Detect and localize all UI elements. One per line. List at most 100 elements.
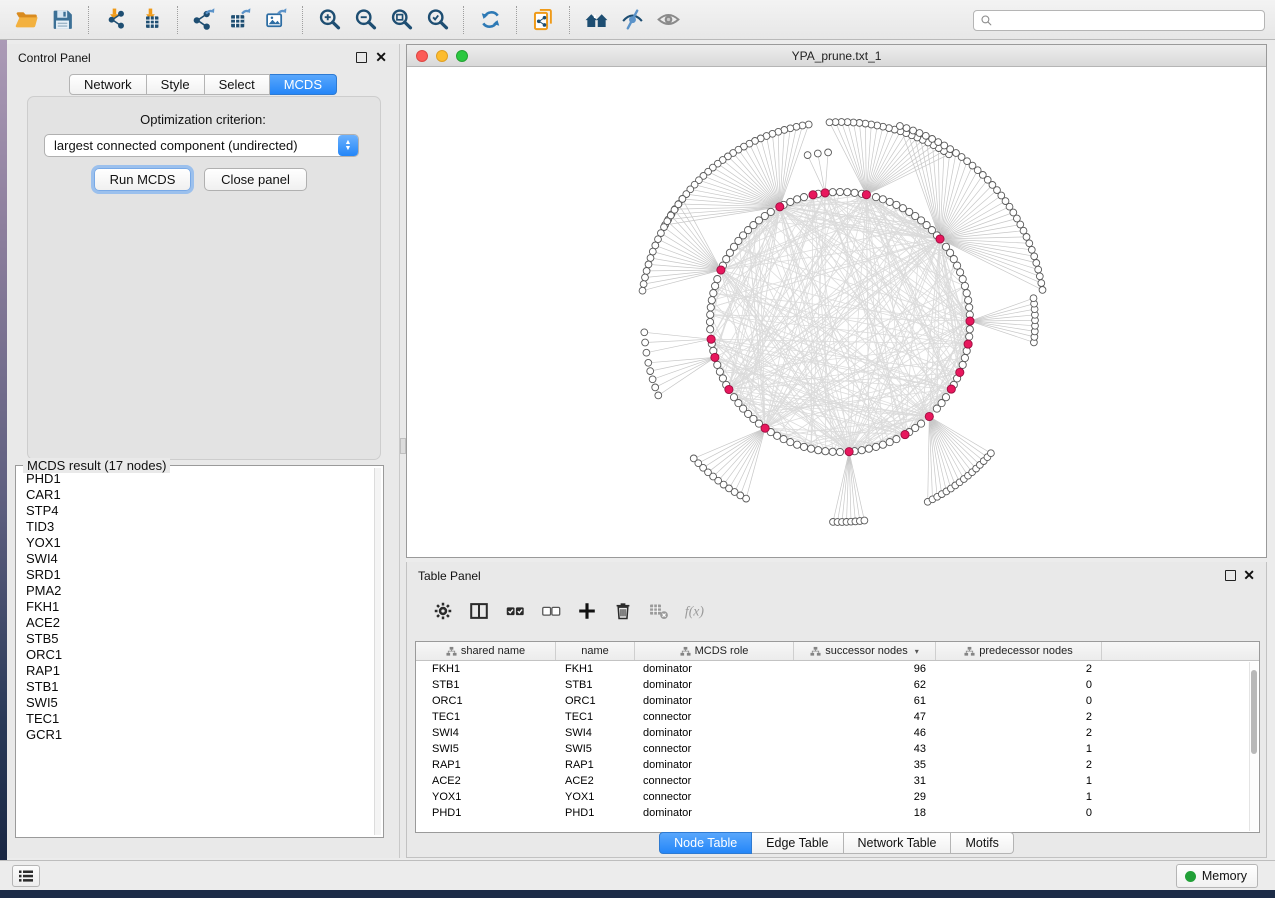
tab-network-table[interactable]: Network Table: [844, 832, 952, 854]
column-header-shared-name[interactable]: shared name: [416, 642, 556, 660]
mcds-result-item[interactable]: SWI4: [26, 551, 373, 567]
column-header-MCDS-role[interactable]: MCDS role: [635, 642, 794, 660]
export-table-button[interactable]: [223, 4, 257, 36]
tab-network[interactable]: Network: [69, 74, 147, 95]
criterion-select[interactable]: largest connected component (undirected)…: [44, 134, 359, 157]
tab-mcds[interactable]: MCDS: [270, 74, 337, 95]
table-row[interactable]: STB1STB1dominator620: [416, 677, 1259, 693]
table-row[interactable]: FKH1FKH1dominator962: [416, 661, 1259, 677]
mcds-result-item[interactable]: ACE2: [26, 615, 373, 631]
tab-select[interactable]: Select: [205, 74, 270, 95]
mcds-result-item[interactable]: RAP1: [26, 663, 373, 679]
table-row[interactable]: SWI4SWI4dominator462: [416, 725, 1259, 741]
mcds-result-item[interactable]: FKH1: [26, 599, 373, 615]
gear-button[interactable]: [425, 596, 461, 626]
hide-selected-icon: [620, 7, 645, 32]
cell-shared_name: SWI5: [416, 743, 556, 755]
network-window-titlebar[interactable]: YPA_prune.txt_1: [407, 45, 1266, 67]
mcds-result-item[interactable]: TEC1: [26, 711, 373, 727]
export-network-button[interactable]: [187, 4, 221, 36]
table-row[interactable]: YOX1YOX1connector291: [416, 789, 1259, 805]
float-panel-icon[interactable]: [356, 52, 367, 63]
svg-text:f(x): f(x): [685, 604, 705, 620]
table-row[interactable]: RAP1RAP1dominator352: [416, 757, 1259, 773]
network-canvas[interactable]: [407, 67, 1266, 557]
mcds-result-item[interactable]: SWI5: [26, 695, 373, 711]
show-all-button[interactable]: [651, 4, 685, 36]
add-column-button[interactable]: [569, 596, 605, 626]
desktop-background-left: [0, 40, 7, 890]
export-image-icon: [264, 7, 289, 32]
import-network-button[interactable]: [98, 4, 132, 36]
mcds-result-item[interactable]: TID3: [26, 519, 373, 535]
mcds-result-item[interactable]: SRD1: [26, 567, 373, 583]
mcds-result-item[interactable]: YOX1: [26, 535, 373, 551]
mcds-result-item[interactable]: GCR1: [26, 727, 373, 743]
memory-button[interactable]: Memory: [1176, 864, 1258, 888]
cell-shared_name: ORC1: [416, 695, 556, 707]
mcds-result-item[interactable]: STB1: [26, 679, 373, 695]
memory-status-icon: [1185, 871, 1196, 882]
toolbar-separator: [88, 6, 89, 34]
column-header-predecessor-nodes[interactable]: predecessor nodes: [936, 642, 1102, 660]
close-table-panel-icon[interactable]: ✕: [1243, 566, 1255, 584]
cell-successor_nodes: 31: [794, 775, 936, 787]
search-input[interactable]: [997, 14, 1258, 28]
table-row[interactable]: ACE2ACE2connector311: [416, 773, 1259, 789]
cell-name: FKH1: [556, 663, 635, 675]
close-panel-icon[interactable]: ✕: [375, 48, 387, 66]
table-row[interactable]: SWI5SWI5connector431: [416, 741, 1259, 757]
table-row[interactable]: TEC1TEC1connector472: [416, 709, 1259, 725]
mcds-result-item[interactable]: PMA2: [26, 583, 373, 599]
import-network-icon: [103, 7, 128, 32]
import-table-button[interactable]: [134, 4, 168, 36]
refresh-button[interactable]: [473, 4, 507, 36]
save-session-button[interactable]: [45, 4, 79, 36]
mcds-result-item[interactable]: CAR1: [26, 487, 373, 503]
cell-shared_name: FKH1: [416, 663, 556, 675]
first-neighbors-button[interactable]: [579, 4, 613, 36]
table-row[interactable]: ORC1ORC1dominator610: [416, 693, 1259, 709]
cell-predecessor_nodes: 1: [936, 743, 1102, 755]
delete-column-button[interactable]: [605, 596, 641, 626]
hide-selected-button[interactable]: [615, 4, 649, 36]
mcds-result-item[interactable]: ORC1: [26, 647, 373, 663]
table-scrollbar-thumb[interactable]: [1251, 670, 1257, 754]
close-panel-button[interactable]: Close panel: [204, 168, 307, 191]
new-network-from-selection-button[interactable]: [526, 4, 560, 36]
select-all-columns-button[interactable]: [497, 596, 533, 626]
table-row[interactable]: PHD1PHD1dominator180: [416, 805, 1259, 821]
cell-predecessor_nodes: 2: [936, 759, 1102, 771]
network-graph[interactable]: [407, 67, 1266, 557]
control-panel-tabs: NetworkStyleSelectMCDS: [7, 74, 399, 95]
zoom-out-button[interactable]: [348, 4, 382, 36]
zoom-fit-button[interactable]: [384, 4, 418, 36]
cell-mcds_role: dominator: [635, 759, 794, 771]
mcds-result-item[interactable]: STB5: [26, 631, 373, 647]
mcds-result-item[interactable]: STP4: [26, 503, 373, 519]
cell-mcds_role: connector: [635, 775, 794, 787]
show-column-panel-button[interactable]: [461, 596, 497, 626]
zoom-selected-button[interactable]: [420, 4, 454, 36]
float-table-panel-icon[interactable]: [1225, 570, 1236, 581]
cell-shared_name: SWI4: [416, 727, 556, 739]
column-header-successor-nodes[interactable]: successor nodes▾: [794, 642, 936, 660]
run-mcds-button[interactable]: Run MCDS: [94, 168, 191, 191]
tab-node-table[interactable]: Node Table: [659, 832, 752, 854]
search-box[interactable]: [973, 10, 1265, 31]
tab-style[interactable]: Style: [147, 74, 205, 95]
column-header-name[interactable]: name: [556, 642, 635, 660]
open-session-button[interactable]: [9, 4, 43, 36]
table-scrollbar[interactable]: [1249, 662, 1258, 831]
mcds-list-scrollbar[interactable]: [374, 468, 381, 835]
zoom-in-button[interactable]: [312, 4, 346, 36]
tab-edge-table[interactable]: Edge Table: [752, 832, 843, 854]
cell-successor_nodes: 46: [794, 727, 936, 739]
mcds-result-item[interactable]: PHD1: [26, 471, 373, 487]
deselect-all-columns-button[interactable]: [533, 596, 569, 626]
cell-successor_nodes: 18: [794, 807, 936, 819]
mcds-result-list[interactable]: PHD1CAR1STP4TID3YOX1SWI4SRD1PMA2FKH1ACE2…: [19, 469, 373, 834]
ui-settings-button[interactable]: [12, 865, 40, 887]
export-image-button[interactable]: [259, 4, 293, 36]
tab-motifs[interactable]: Motifs: [951, 832, 1013, 854]
